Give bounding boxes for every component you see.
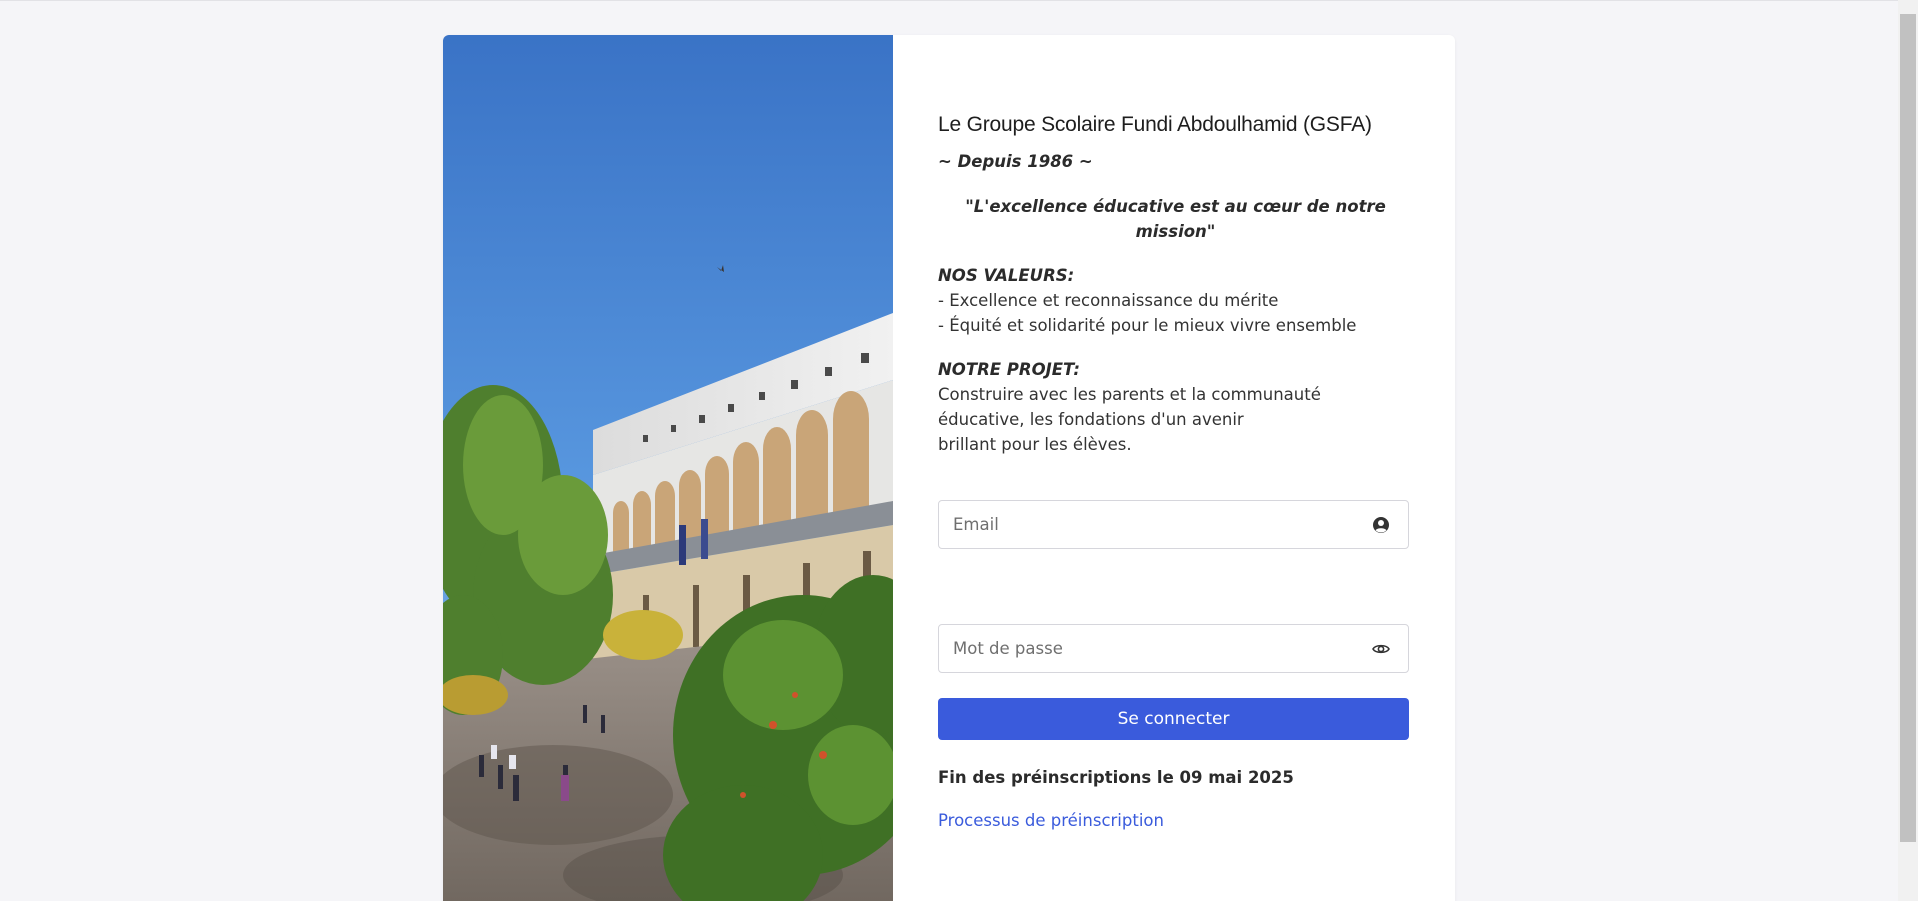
password-field[interactable] — [938, 624, 1409, 673]
login-card: Le Groupe Scolaire Fundi Abdoulhamid (GS… — [443, 35, 1455, 901]
values-heading: NOS VALEURS: — [938, 266, 1075, 285]
email-field[interactable] — [938, 500, 1409, 549]
school-motto: "L'excellence éducative est au cœur de n… — [965, 197, 1386, 241]
preregistration-process-link[interactable]: Processus de préinscription — [938, 811, 1164, 830]
project-line: éducative, les fondations d'un avenir — [938, 410, 1244, 429]
project-line: Construire avec les parents et la commun… — [938, 385, 1321, 404]
eye-icon[interactable] — [1372, 640, 1390, 658]
login-button[interactable]: Se connecter — [938, 698, 1409, 740]
founded-since: ~ Depuis 1986 ~ — [938, 152, 1093, 171]
school-photo — [443, 35, 893, 901]
password-input[interactable] — [953, 625, 1353, 672]
preregistration-deadline: Fin des préinscriptions le 09 mai 2025 — [938, 768, 1294, 787]
project-heading: NOTRE PROJET: — [938, 360, 1080, 379]
window-top-border — [0, 0, 1898, 1]
values-item: - Excellence et reconnaissance du mérite — [938, 291, 1279, 310]
values-item: - Équité et solidarité pour le mieux viv… — [938, 316, 1357, 335]
school-title: Le Groupe Scolaire Fundi Abdoulhamid (GS… — [938, 113, 1372, 136]
project-line: brillant pour les élèves. — [938, 435, 1132, 454]
email-input[interactable] — [953, 501, 1353, 548]
user-circle-icon — [1373, 517, 1389, 533]
page-scrollbar[interactable] — [1898, 0, 1918, 901]
project-section: NOTRE PROJET: Construire avec les parent… — [938, 357, 1413, 457]
login-page: Le Groupe Scolaire Fundi Abdoulhamid (GS… — [0, 0, 1918, 901]
scrollbar-thumb[interactable] — [1900, 14, 1916, 842]
values-section: NOS VALEURS: - Excellence et reconnaissa… — [938, 263, 1413, 338]
